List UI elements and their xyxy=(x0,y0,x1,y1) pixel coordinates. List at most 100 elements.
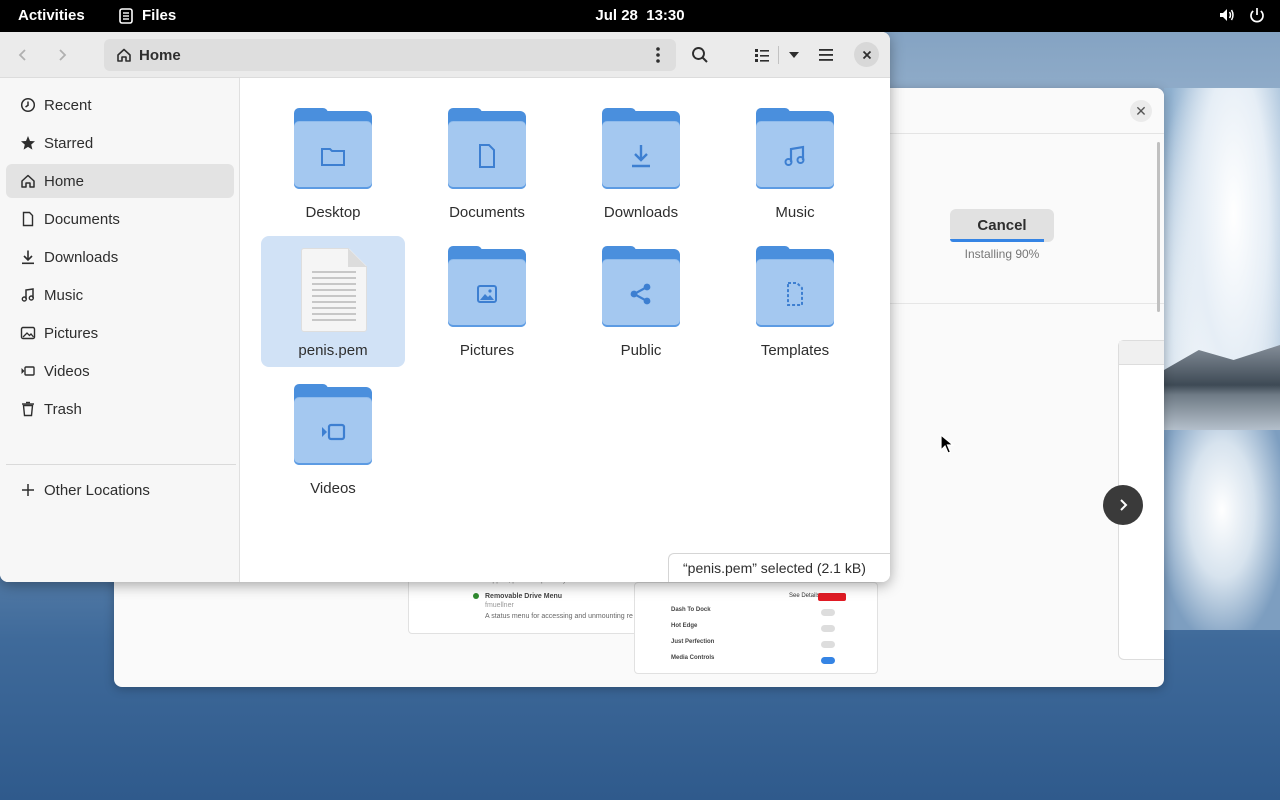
extension-icon xyxy=(473,593,479,599)
install-progress-bar xyxy=(950,239,1044,242)
sidebar-item-label: Other Locations xyxy=(44,481,150,499)
tile-label: Templates xyxy=(760,342,830,359)
caret-down-icon xyxy=(789,52,799,58)
path-current-label: Home xyxy=(139,46,181,64)
preview-remove-button xyxy=(818,593,846,601)
tile-label: Desktop xyxy=(305,204,361,221)
files-headerbar: Home xyxy=(0,32,890,78)
folder-videos[interactable]: Videos xyxy=(261,374,405,505)
chevron-left-icon xyxy=(18,49,26,61)
sidebar-item-label: Recent xyxy=(44,96,92,114)
clock-icon xyxy=(20,97,36,113)
sidebar-item-pictures[interactable]: Pictures xyxy=(6,316,234,350)
path-menu-button[interactable] xyxy=(650,45,666,70)
selection-status-text: “penis.pem” selected (2.1 kB) xyxy=(683,560,866,576)
sidebar-item-label: Videos xyxy=(44,362,90,380)
back-button[interactable] xyxy=(8,40,38,70)
folder-pictures[interactable]: Pictures xyxy=(415,236,559,367)
desktop-folder-icon xyxy=(321,147,345,166)
sidebar-item-label: Documents xyxy=(44,210,120,228)
home-icon xyxy=(117,48,131,62)
sidebar-item-label: Music xyxy=(44,286,84,304)
main-menu-button[interactable] xyxy=(811,40,841,70)
tile-label: Videos xyxy=(310,480,356,497)
folder-music[interactable]: Music xyxy=(723,98,867,229)
sidebar-item-other-locations[interactable]: Other Locations xyxy=(6,473,234,507)
screenshot-preview-2[interactable]: See Details Dash To Dock Hot Edge Just P… xyxy=(634,582,878,674)
tile-label: Pictures xyxy=(459,342,515,359)
files-window[interactable]: Home Recent Starred Home Documents Downl… xyxy=(0,32,890,582)
downloads-folder-icon xyxy=(632,144,650,167)
folder-templates[interactable]: Templates xyxy=(723,236,867,367)
clock: Jul 28 13:30 xyxy=(0,7,1280,24)
chevron-right-icon xyxy=(1120,499,1128,511)
top-bar: Activities Files Jul 28 13:30 xyxy=(0,0,1280,32)
sidebar-item-recent[interactable]: Recent xyxy=(6,88,234,122)
home-icon xyxy=(21,174,35,188)
list-view-button[interactable] xyxy=(748,47,776,63)
app-name: Files xyxy=(142,7,177,24)
next-screenshot-button[interactable] xyxy=(1103,485,1143,525)
folder-public[interactable]: Public xyxy=(569,236,713,367)
sidebar-item-videos[interactable]: Videos xyxy=(6,354,234,388)
document-icon xyxy=(22,211,34,227)
sidebar-item-label: Home xyxy=(44,172,85,190)
sidebar-item-trash[interactable]: Trash xyxy=(6,392,234,426)
view-divider xyxy=(778,46,779,64)
video-icon xyxy=(21,366,35,376)
activities-button[interactable]: Activities xyxy=(18,7,85,24)
clock-time[interactable]: 13:30 xyxy=(646,7,684,24)
software-scrollbar[interactable] xyxy=(1157,142,1160,312)
sidebar-item-label: Trash xyxy=(44,400,82,418)
picture-icon xyxy=(20,326,36,340)
folder-desktop[interactable]: Desktop xyxy=(261,98,405,229)
clock-date[interactable]: Jul 28 xyxy=(595,7,638,24)
cancel-install-button[interactable]: Cancel xyxy=(950,209,1054,242)
preview-menu-desc: A status menu for accessing and unmounti… xyxy=(485,613,633,620)
places-sidebar: Recent Starred Home Documents Downloads … xyxy=(0,78,240,582)
software-close-button[interactable]: ✕ xyxy=(1130,100,1152,122)
sidebar-item-music[interactable]: Music xyxy=(6,278,234,312)
sidebar-item-documents[interactable]: Documents xyxy=(6,202,234,236)
music-folder-icon xyxy=(784,145,805,166)
folder-documents[interactable]: Documents xyxy=(415,98,559,229)
preview-row: Just Perfection xyxy=(671,639,841,653)
files-close-button[interactable] xyxy=(854,42,879,67)
plus-icon xyxy=(22,484,34,496)
music-icon xyxy=(21,288,35,302)
path-bar[interactable]: Home xyxy=(104,39,676,71)
view-options-button[interactable] xyxy=(781,50,807,60)
file-penis-pem[interactable]: penis.pem xyxy=(261,236,405,367)
videos-folder-icon xyxy=(322,423,346,440)
search-button[interactable] xyxy=(685,40,715,70)
pictures-folder-icon xyxy=(477,284,497,303)
sidebar-item-home[interactable]: Home xyxy=(6,164,234,198)
volume-icon xyxy=(1220,9,1234,21)
sidebar-item-downloads[interactable]: Downloads xyxy=(6,240,234,274)
view-switcher[interactable] xyxy=(748,40,808,70)
preview-row: Hot Edge xyxy=(671,623,841,637)
preview-menu-author: fmuellner xyxy=(485,602,514,609)
app-menu[interactable]: Files xyxy=(118,7,176,24)
tile-label: Documents xyxy=(449,204,525,221)
system-menu[interactable] xyxy=(1218,6,1266,24)
forward-button[interactable] xyxy=(47,40,77,70)
files-app-icon xyxy=(119,7,133,24)
chevron-right-icon xyxy=(59,49,67,61)
sidebar-divider xyxy=(6,464,236,465)
folder-downloads[interactable]: Downloads xyxy=(569,98,713,229)
documents-folder-icon xyxy=(479,143,495,168)
power-icon xyxy=(1250,8,1264,23)
templates-folder-icon xyxy=(787,281,803,306)
install-status: Installing 90% xyxy=(964,247,1040,261)
share-icon xyxy=(630,283,651,304)
wallpaper-clouds-reflection xyxy=(1164,430,1280,630)
trash-icon xyxy=(22,401,34,417)
preview-row: Media Controls xyxy=(671,655,841,669)
sidebar-item-starred[interactable]: Starred xyxy=(6,126,234,160)
sidebar-item-label: Pictures xyxy=(44,324,99,342)
file-grid[interactable]: Desktop Documents Downloads Music penis.… xyxy=(241,78,890,582)
vertical-dots-icon xyxy=(656,47,660,63)
close-icon: ✕ xyxy=(1135,102,1147,119)
path-segment-home[interactable]: Home xyxy=(116,47,181,64)
